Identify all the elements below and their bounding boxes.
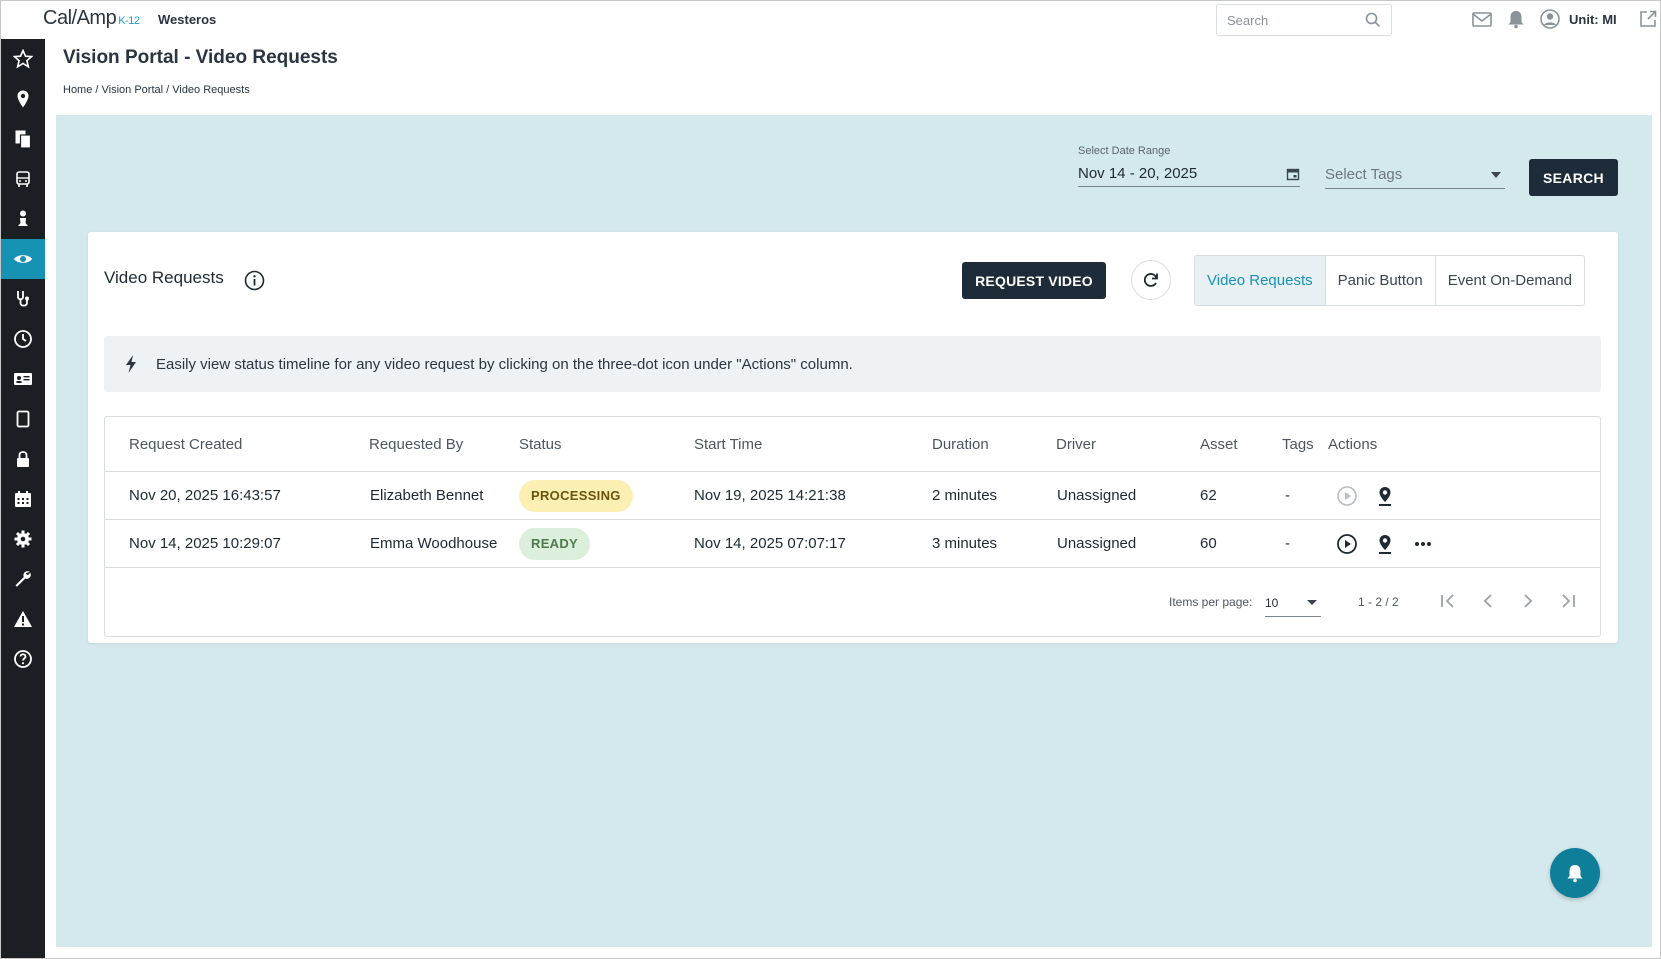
stethoscope-icon[interactable] bbox=[1, 279, 45, 319]
refresh-button[interactable] bbox=[1131, 260, 1171, 300]
id-card-icon[interactable] bbox=[1, 359, 45, 399]
tags-select[interactable]: Select Tags bbox=[1325, 161, 1505, 189]
warning-icon[interactable] bbox=[1, 599, 45, 639]
cell-duration: 3 minutes bbox=[932, 535, 998, 552]
clock-icon[interactable] bbox=[1, 319, 45, 359]
more-options-icon[interactable] bbox=[1412, 533, 1434, 555]
previous-page-icon[interactable] bbox=[1476, 589, 1500, 613]
status-badge: READY bbox=[519, 527, 591, 560]
cell-start-time: Nov 14, 2025 07:07:17 bbox=[694, 535, 846, 552]
bell-icon[interactable] bbox=[1505, 8, 1527, 30]
top-bar: Cal/AmpK-12 Westeros Unit: MI bbox=[1, 1, 1660, 39]
notification-fab[interactable] bbox=[1550, 848, 1600, 898]
first-page-icon[interactable] bbox=[1436, 589, 1460, 613]
documents-icon[interactable] bbox=[1, 119, 45, 159]
map-pin-icon[interactable] bbox=[1374, 533, 1396, 555]
cell-request-created: Nov 14, 2025 10:29:07 bbox=[129, 535, 281, 552]
bus-icon[interactable] bbox=[1, 159, 45, 199]
tags-placeholder: Select Tags bbox=[1325, 166, 1403, 183]
header-requested-by[interactable]: Requested By bbox=[369, 436, 463, 453]
search-icon[interactable] bbox=[1365, 12, 1381, 28]
header-duration[interactable]: Duration bbox=[932, 436, 989, 453]
cell-driver: Unassigned bbox=[1057, 535, 1137, 552]
request-video-button[interactable]: REQUEST VIDEO bbox=[962, 262, 1106, 299]
calendar-icon[interactable] bbox=[1, 479, 45, 519]
lightning-icon bbox=[126, 355, 136, 373]
search-input[interactable] bbox=[1227, 12, 1357, 28]
header-actions: Actions bbox=[1328, 435, 1378, 453]
items-per-page-select[interactable]: 10 bbox=[1265, 589, 1321, 617]
header-status[interactable]: Status bbox=[519, 436, 562, 453]
cell-requested-by: Elizabeth Bennet bbox=[370, 487, 484, 504]
table-header: Request Created Requested By Status Star… bbox=[105, 417, 1600, 472]
next-page-icon[interactable] bbox=[1516, 589, 1540, 613]
lock-icon[interactable] bbox=[1, 439, 45, 479]
unit-label[interactable]: Unit: MI bbox=[1569, 12, 1617, 27]
breadcrumb[interactable]: Home / Vision Portal / Video Requests bbox=[63, 84, 250, 96]
map-pin-icon[interactable] bbox=[1, 79, 45, 119]
help-icon[interactable] bbox=[1, 639, 45, 679]
cell-start-time: Nov 19, 2025 14:21:38 bbox=[694, 487, 846, 504]
cell-asset: 62 bbox=[1200, 487, 1217, 504]
requests-table: Request Created Requested By Status Star… bbox=[104, 416, 1601, 637]
items-per-page-value: 10 bbox=[1265, 595, 1279, 610]
header-request-created[interactable]: Request Created bbox=[129, 436, 242, 453]
global-search[interactable] bbox=[1216, 4, 1392, 36]
calamp-logo[interactable]: Cal/Amp K-12 bbox=[43, 7, 140, 30]
cell-tags: - bbox=[1285, 487, 1290, 504]
cell-requested-by: Emma Woodhouse bbox=[370, 535, 498, 552]
card-title: Video Requests bbox=[104, 268, 224, 287]
user-avatar-icon[interactable] bbox=[1539, 8, 1561, 30]
chevron-down-icon bbox=[1491, 171, 1501, 178]
header-tags: Tags bbox=[1282, 435, 1314, 453]
chevron-down-icon bbox=[1307, 600, 1317, 605]
play-icon bbox=[1336, 485, 1358, 507]
last-page-icon[interactable] bbox=[1556, 589, 1580, 613]
search-button[interactable]: SEARCH bbox=[1529, 159, 1618, 196]
refresh-icon bbox=[1143, 273, 1158, 287]
star-icon[interactable] bbox=[1, 39, 45, 79]
status-badge: PROCESSING bbox=[519, 479, 633, 512]
org-name: Westeros bbox=[158, 12, 217, 27]
tab-event-on-demand[interactable]: Event On-Demand bbox=[1434, 256, 1584, 305]
person-icon[interactable] bbox=[1, 199, 45, 239]
date-range-picker[interactable]: Select Date Range Nov 14 - 20, 2025 bbox=[1078, 145, 1300, 187]
cell-driver: Unassigned bbox=[1057, 487, 1137, 504]
eye-icon[interactable] bbox=[1, 239, 45, 279]
view-tabs: Video Requests Panic Button Event On-Dem… bbox=[1194, 255, 1585, 306]
paginator: Items per page: 10 1 - 2 / 2 bbox=[105, 577, 1600, 627]
cell-asset: 60 bbox=[1200, 535, 1217, 552]
tablet-icon[interactable] bbox=[1, 399, 45, 439]
table-row: Nov 20, 2025 16:43:57 Elizabeth Bennet P… bbox=[105, 472, 1600, 520]
tab-video-requests[interactable]: Video Requests bbox=[1195, 256, 1325, 305]
date-range-value[interactable]: Nov 14 - 20, 2025 bbox=[1078, 165, 1197, 182]
info-banner: Easily view status timeline for any vide… bbox=[104, 336, 1601, 392]
calendar-icon[interactable] bbox=[1286, 167, 1300, 181]
play-icon[interactable] bbox=[1336, 533, 1358, 555]
page-range: 1 - 2 / 2 bbox=[1358, 595, 1399, 609]
video-requests-card: Video Requests REQUEST VIDEO Video Reque… bbox=[88, 232, 1618, 643]
external-link-icon[interactable] bbox=[1637, 8, 1659, 30]
bell-icon bbox=[1567, 865, 1583, 883]
items-per-page-label: Items per page: bbox=[1169, 595, 1253, 609]
tab-panic-button[interactable]: Panic Button bbox=[1324, 256, 1435, 305]
header-asset[interactable]: Asset bbox=[1200, 436, 1238, 453]
page-title: Vision Portal - Video Requests bbox=[63, 47, 338, 68]
sidebar bbox=[1, 39, 45, 958]
cell-request-created: Nov 20, 2025 16:43:57 bbox=[129, 487, 281, 504]
banner-text: Easily view status timeline for any vide… bbox=[156, 355, 853, 373]
header-start-time[interactable]: Start Time bbox=[694, 436, 762, 453]
cell-tags: - bbox=[1285, 535, 1290, 552]
gear-icon[interactable] bbox=[1, 519, 45, 559]
table-row: Nov 14, 2025 10:29:07 Emma Woodhouse REA… bbox=[105, 520, 1600, 568]
mail-icon[interactable] bbox=[1471, 8, 1493, 30]
wrench-icon[interactable] bbox=[1, 559, 45, 599]
cell-duration: 2 minutes bbox=[932, 487, 998, 504]
info-icon[interactable] bbox=[244, 270, 265, 291]
header-driver[interactable]: Driver bbox=[1056, 436, 1096, 453]
date-range-label: Select Date Range bbox=[1078, 145, 1171, 157]
map-pin-icon[interactable] bbox=[1374, 485, 1396, 507]
